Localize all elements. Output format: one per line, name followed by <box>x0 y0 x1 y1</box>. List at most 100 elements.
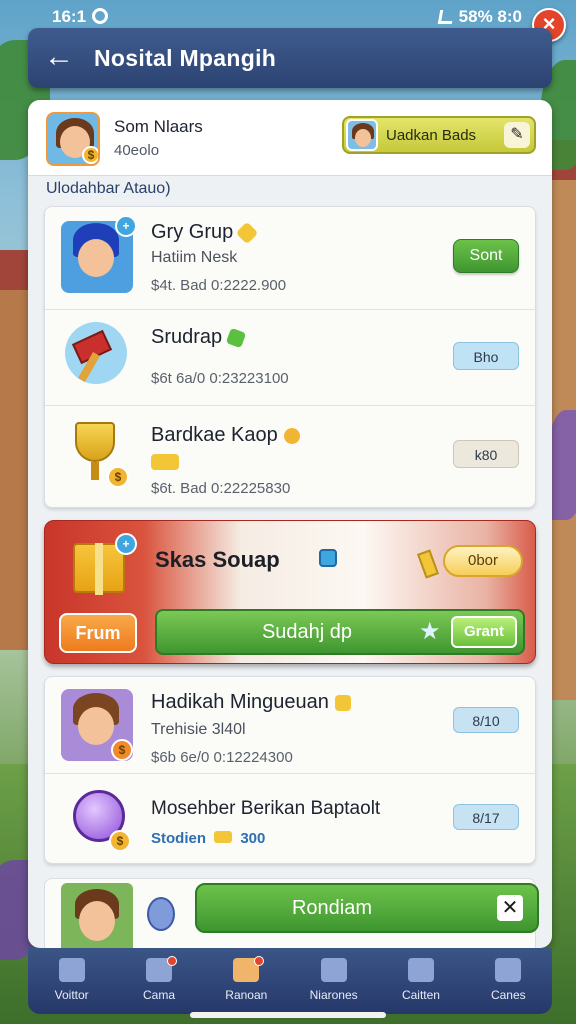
coin-icon <box>283 427 300 444</box>
redeem-button[interactable]: Rondiam ✕ <box>195 883 539 933</box>
profile-subtitle: 40eolo <box>114 142 160 159</box>
item-title: Mosehber Berikan Baptaolt <box>151 798 381 819</box>
promo-banner: + Frum Skas Souap 0bor Sudahj dp ★ Grant <box>44 520 536 664</box>
home-indicator[interactable] <box>190 1012 386 1018</box>
redeem-banner: Rondiam ✕ <box>44 878 539 948</box>
pill-label: Uadkan Bads <box>386 127 477 144</box>
list-item[interactable]: $ Bardkae Kaop $6t. Bad 0:22225830 k80 <box>45 405 537 509</box>
nav-item-caitten[interactable]: Caitten <box>377 948 464 1014</box>
plus-badge-icon: + <box>115 215 137 237</box>
mini-avatar-face <box>355 129 371 147</box>
nav-item-voittor[interactable]: Voittor <box>28 948 115 1014</box>
coin-icon: $ <box>82 146 98 164</box>
shield-icon <box>319 549 337 567</box>
list-item[interactable]: $ Mosehber Berikan Baptaolt Stodien 300 … <box>45 773 537 865</box>
item-action-chip[interactable]: 8/10 <box>453 707 519 733</box>
home-icon <box>58 958 85 982</box>
item-title: Srudrap <box>151 326 247 349</box>
hand-icon <box>214 831 233 843</box>
nav-item-cama[interactable]: Cama <box>115 948 202 1014</box>
coin-icon: $ <box>109 830 131 852</box>
edit-icon <box>407 958 434 982</box>
offer-button[interactable]: 0bor <box>443 545 523 577</box>
tag-icon <box>416 549 440 579</box>
item-title-text: Gry Grup <box>151 221 234 243</box>
promo-bar-label: Sudahj dp <box>261 621 353 643</box>
nav-label: Voittor <box>54 988 89 1002</box>
menu-icon <box>495 958 522 982</box>
status-time: 16:1 <box>52 7 87 26</box>
list-item[interactable]: + Gry Grup Hatiim Nesk $4t. Bad 0:2222.9… <box>45 207 537 309</box>
item-action-chip[interactable]: Bho <box>453 342 519 370</box>
notification-dot <box>166 956 177 966</box>
nav-label: Ranoan <box>225 988 268 1002</box>
item-action-button[interactable]: Sont <box>453 239 519 273</box>
plus-badge-icon: + <box>115 533 137 555</box>
star-icon: ★ <box>419 618 441 645</box>
avatar-face <box>79 901 115 941</box>
list-item[interactable]: Srudrap $6t 6a/0 0:23223100 Bho <box>45 309 537 405</box>
list-item[interactable]: $ Hadikah Mingueuan Trehisie 3l40l $6b 6… <box>45 677 537 773</box>
nav-item-ranoan[interactable]: Ranoan <box>203 948 290 1014</box>
item-meta-label: Stodien <box>151 830 206 847</box>
nav-label: Niarones <box>309 988 358 1002</box>
nav-item-canes[interactable]: Canes <box>465 948 552 1014</box>
promo-action-bar[interactable]: Sudahj dp ★ Grant <box>155 609 525 655</box>
back-arrow-icon[interactable]: ← <box>42 40 76 74</box>
main-panel: $ Som Nlaars 40eolo Uadkan Bads ✎ Ulodah… <box>28 100 552 948</box>
item-action-chip[interactable]: k80 <box>453 440 519 468</box>
x-icon[interactable]: ✕ <box>497 895 523 921</box>
list-card-two: $ Hadikah Mingueuan Trehisie 3l40l $6b 6… <box>44 676 537 865</box>
item-title: Bardkae Kaop <box>151 424 300 447</box>
redeem-label: Rondiam <box>291 897 373 919</box>
item-action-chip[interactable]: 8/17 <box>453 804 519 830</box>
nav-item-niarones[interactable]: Niarones <box>290 948 377 1014</box>
trophy-stem <box>91 462 99 480</box>
bottom-nav: Voittor Cama Ranoan Niarones Caitten Can… <box>28 948 552 1014</box>
grant-button[interactable]: Grant <box>451 616 517 648</box>
alarm-icon <box>92 8 108 24</box>
nav-label: Canes <box>490 988 526 1002</box>
item-meta: $4t. Bad 0:2222.900 <box>151 277 287 294</box>
nav-label: Caitten <box>401 988 440 1002</box>
character-face <box>78 239 114 277</box>
promo-title: Skas Souap <box>155 547 280 572</box>
profile-header: $ Som Nlaars 40eolo Uadkan Bads ✎ <box>28 100 552 176</box>
item-meta: $6t 6a/0 0:23223100 <box>151 370 289 387</box>
status-right: 58% 8:0 <box>437 7 522 27</box>
trophy-cup <box>75 422 115 462</box>
notification-dot <box>254 956 265 966</box>
signal-icon <box>437 10 454 24</box>
item-title-text: Srudrap <box>151 326 223 348</box>
item-subtitle: Trehisie 3l40l <box>151 721 246 738</box>
header-bar: ← Nosital Mpangih <box>28 28 552 88</box>
item-title: Hadikah Mingueuan <box>151 691 351 714</box>
item-title-text: Hadikah Mingueuan <box>151 691 329 713</box>
lock-icon <box>147 897 175 931</box>
ticket-icon <box>225 327 247 348</box>
trophy-icon: $ <box>61 418 133 490</box>
avatar[interactable]: $ <box>46 112 100 166</box>
coin-icon: $ <box>111 739 133 761</box>
profile-badge-pill[interactable]: Uadkan Bads ✎ <box>342 116 536 154</box>
page-title: Nosital Mpangih <box>94 45 277 71</box>
section-label: Ulodahbar Atauo) <box>46 180 171 197</box>
gem-icon <box>334 694 351 711</box>
hand-icon <box>151 454 179 470</box>
trade-button[interactable]: Frum <box>59 613 137 653</box>
character-icon: $ <box>61 689 133 761</box>
hammer-icon <box>65 322 127 384</box>
item-title: Gry Grup <box>151 221 259 245</box>
item-subtitle: Hatiim Nesk <box>151 249 238 266</box>
list-card-one: + Gry Grup Hatiim Nesk $4t. Bad 0:2222.9… <box>44 206 537 509</box>
item-meta: $6t. Bad 0:22225830 <box>151 480 291 497</box>
item-meta: Stodien 300 <box>151 830 265 847</box>
mini-avatar <box>346 119 378 151</box>
character-face <box>78 707 114 745</box>
chat-icon <box>320 958 347 982</box>
profile-name: Som Nlaars <box>114 117 203 136</box>
item-meta-value: 300 <box>240 830 266 847</box>
item-title-text: Bardkae Kaop <box>151 424 278 446</box>
avatar <box>61 883 133 948</box>
edit-pencil-icon[interactable]: ✎ <box>504 122 530 148</box>
